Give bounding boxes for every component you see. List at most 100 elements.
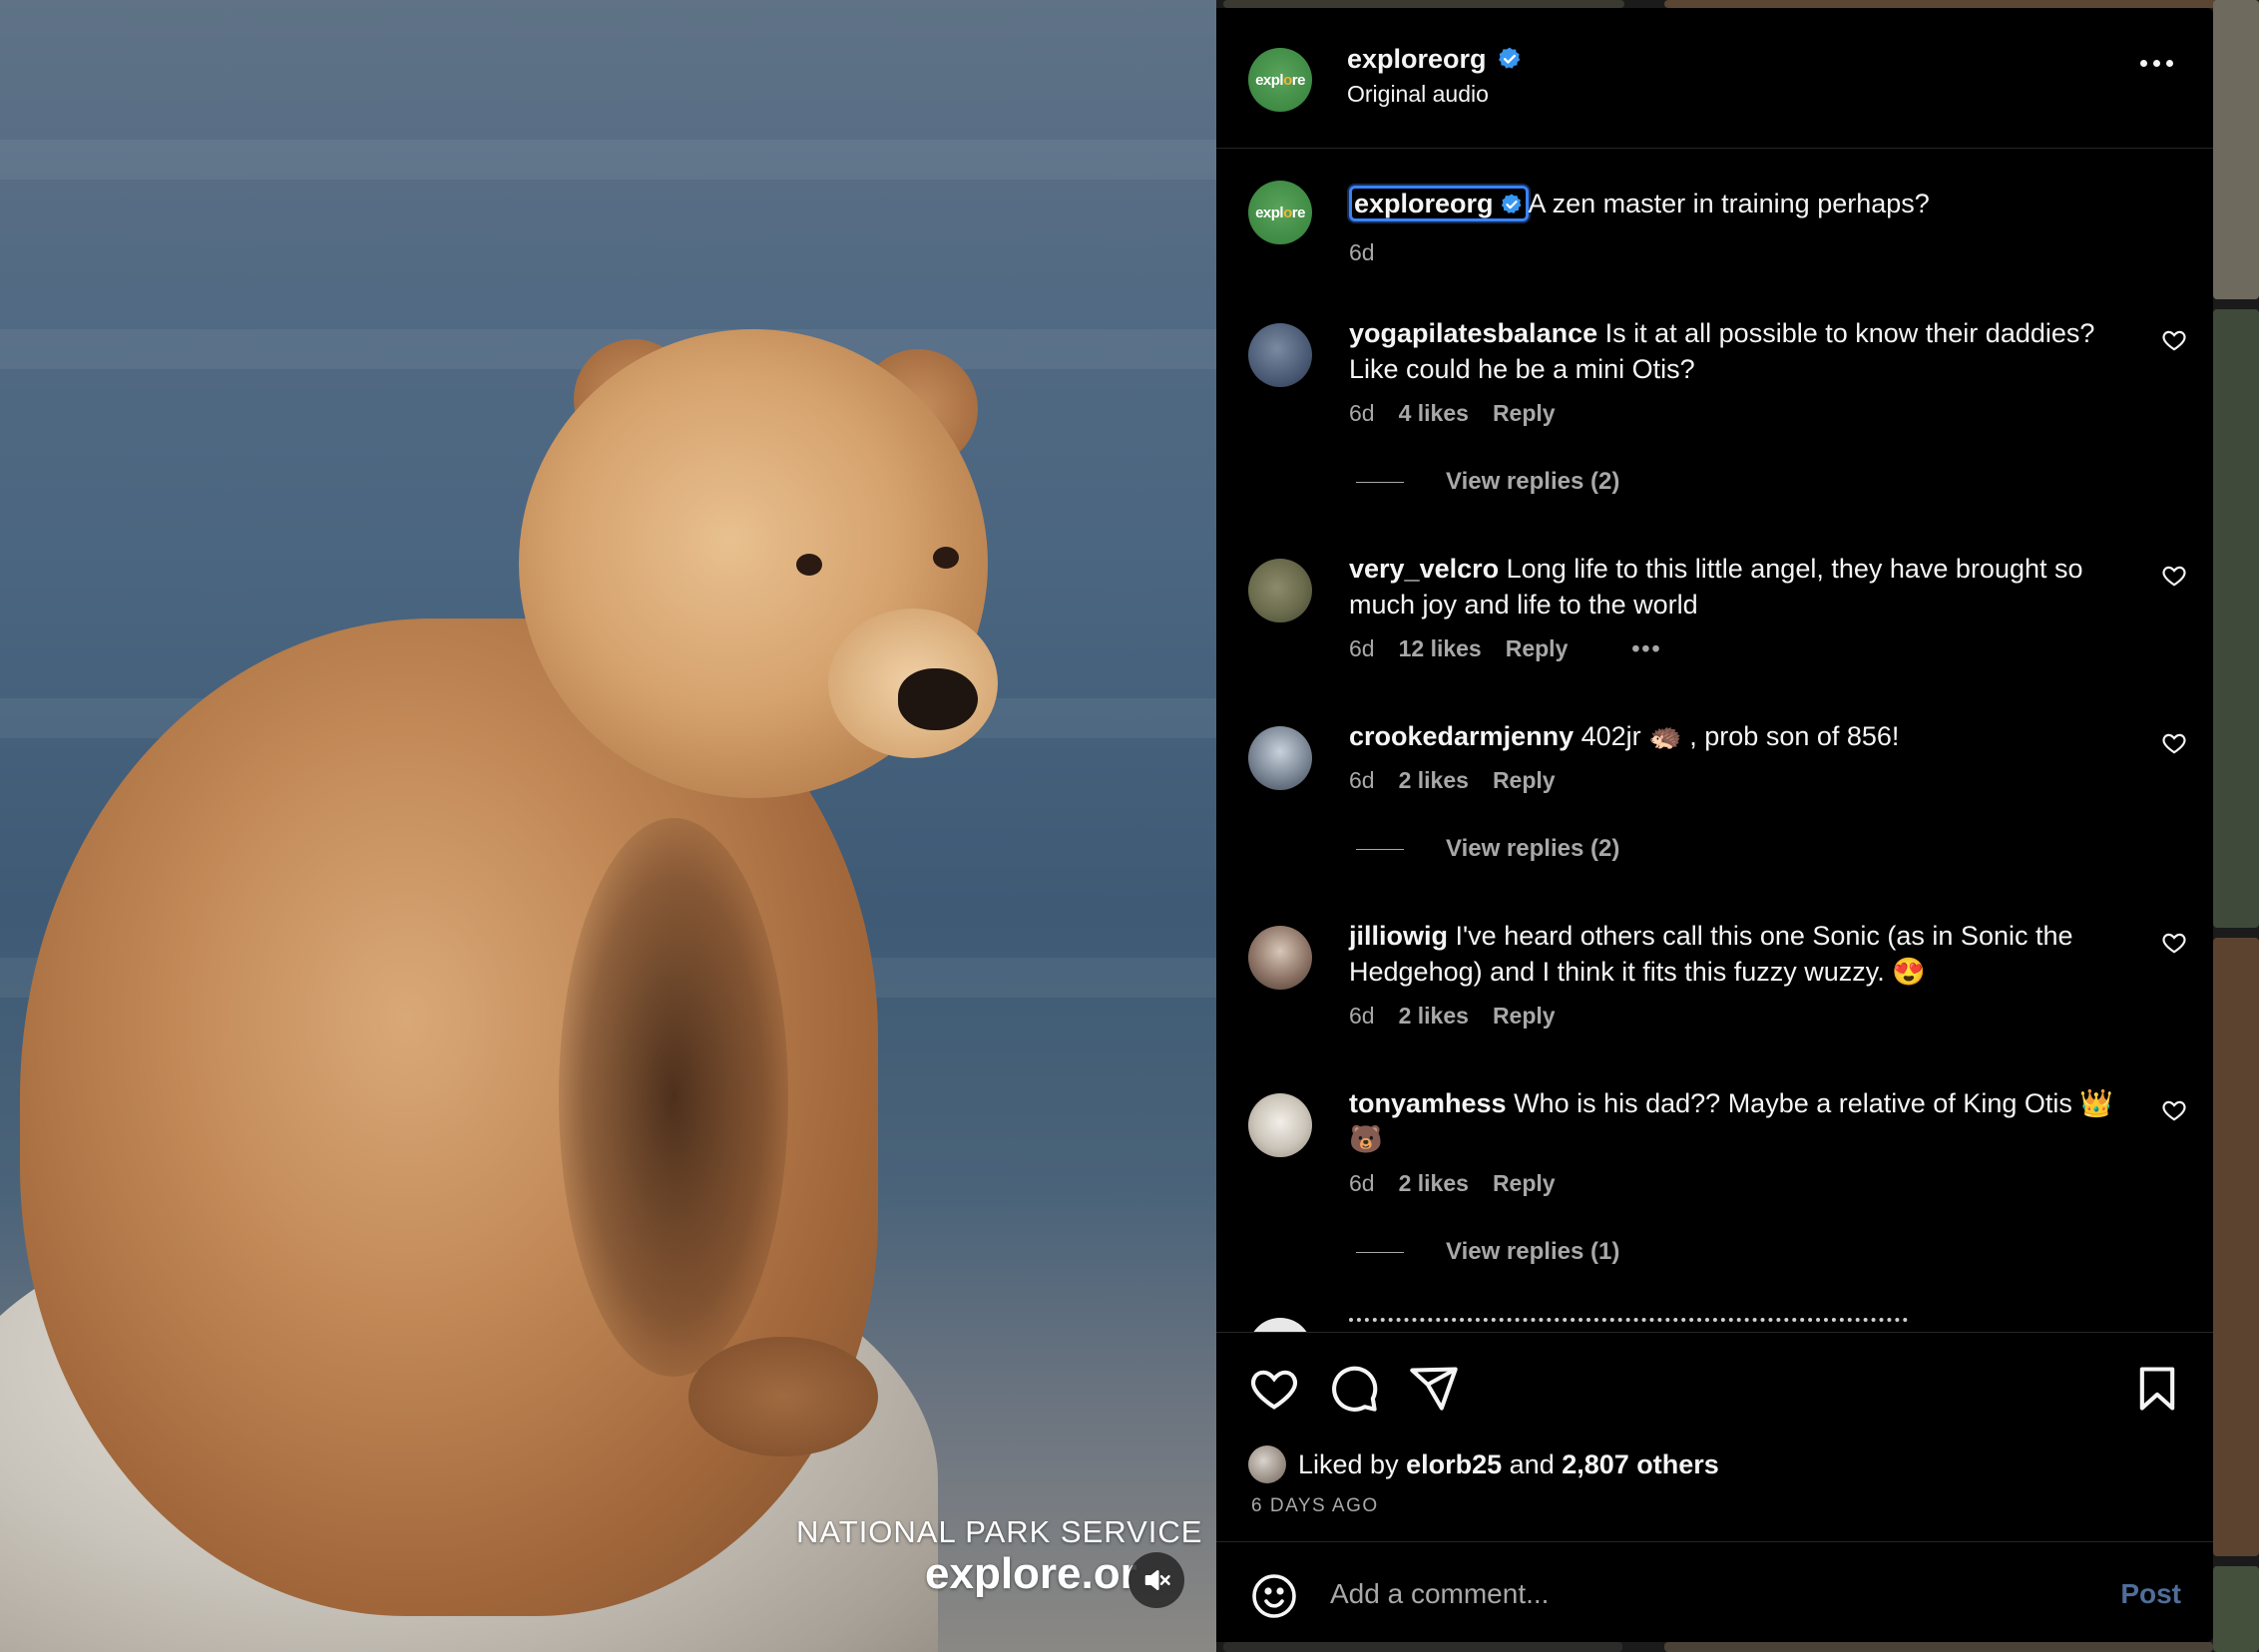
comment-bubble-icon[interactable]: [1328, 1363, 1380, 1415]
comment-reply-button[interactable]: Reply: [1506, 635, 1569, 661]
comment-username[interactable]: very_velcro: [1349, 554, 1499, 584]
bear-eye: [796, 554, 822, 576]
bear-chest-shadow: [559, 818, 788, 1377]
commenter-avatar[interactable]: [1248, 559, 1312, 622]
verified-badge-icon: [1501, 194, 1522, 213]
commenter-avatar[interactable]: [1248, 926, 1312, 990]
comment-like-icon[interactable]: [2161, 930, 2187, 956]
comment-time[interactable]: 6d: [1349, 767, 1375, 793]
comment-text-block: crookedarmjenny 402jr 🦔 , prob son of 85…: [1349, 718, 2127, 754]
comments-list[interactable]: expl o re exploreorg A zen master in traini…: [1216, 149, 2213, 1332]
comment-likes[interactable]: 4 likes: [1399, 400, 1469, 426]
comment-text: I've heard others call this one Sonic (a…: [1349, 921, 2073, 987]
comment-time[interactable]: 6d: [1349, 1003, 1375, 1029]
author-info: exploreorg Original audio: [1347, 44, 1523, 108]
comment-likes[interactable]: 2 likes: [1399, 1003, 1469, 1029]
comment-reply-button[interactable]: Reply: [1493, 1170, 1556, 1196]
comment-options-icon[interactable]: •••: [1631, 635, 1661, 661]
caption-text: A zen master in training perhaps?: [1528, 189, 1930, 218]
view-replies-label: View replies (2): [1446, 468, 1620, 495]
comment-username[interactable]: crookedarmjenny: [1349, 721, 1574, 751]
avatar-logo-text: expl: [1255, 204, 1284, 221]
comment-meta: 6d 12 likes Reply •••: [1349, 635, 1686, 662]
avatar-logo-text: re: [1291, 204, 1306, 221]
view-replies-button[interactable]: View replies (1): [1356, 1238, 1619, 1266]
post-date[interactable]: 6 DAYS AGO: [1251, 1495, 1379, 1517]
comment-username[interactable]: tonyamhess: [1349, 1088, 1507, 1118]
comment-likes[interactable]: 2 likes: [1399, 1170, 1469, 1196]
caption-time[interactable]: 6d: [1349, 239, 1375, 265]
comment-time[interactable]: 6d: [1349, 1170, 1375, 1196]
comment-text: 402jr 🦔 , prob son of 856!: [1581, 721, 1900, 751]
comment-reply-button[interactable]: Reply: [1493, 400, 1556, 426]
view-replies-button[interactable]: View replies (2): [1356, 835, 1619, 863]
avatar-logo-text: o: [1283, 204, 1292, 221]
likes-others-link[interactable]: 2,807 others: [1562, 1449, 1719, 1480]
divider: [1356, 849, 1404, 851]
comment-text-block: jilliowig I've heard others call this on…: [1349, 918, 2127, 990]
feed-tile[interactable]: [2213, 0, 2259, 299]
commenter-avatar[interactable]: [1248, 1093, 1312, 1157]
share-send-icon[interactable]: [1408, 1363, 1460, 1415]
comment-username[interactable]: yogapilatesbalance: [1349, 318, 1597, 348]
divider: [1356, 1252, 1404, 1254]
comment-username[interactable]: jilliowig: [1349, 921, 1448, 951]
comment-input[interactable]: Add a comment...: [1330, 1578, 1549, 1610]
comment-time[interactable]: 6d: [1349, 400, 1375, 426]
view-replies-label: View replies (1): [1446, 1238, 1620, 1265]
comment-time[interactable]: 6d: [1349, 635, 1375, 661]
comment-like-icon[interactable]: [2161, 1097, 2187, 1123]
watermark-nps: NATIONAL PARK SERVICE: [796, 1514, 1203, 1549]
post-detail-panel: expl o re exploreorg Original audio expl o r…: [1216, 8, 2213, 1642]
liker-avatar[interactable]: [1248, 1446, 1286, 1483]
comment-text-block: yogapilatesbalance Is it at all possible…: [1349, 315, 2127, 387]
divider: [1356, 482, 1404, 484]
comment-likes[interactable]: 12 likes: [1399, 635, 1482, 661]
verified-badge-icon: [1499, 47, 1521, 69]
author-username[interactable]: exploreorg: [1347, 44, 1487, 74]
comment-meta: 6d 4 likes Reply: [1349, 400, 1580, 427]
liked-by-label: Liked by: [1298, 1448, 1399, 1479]
feed-tile[interactable]: [2213, 309, 2259, 928]
commenter-avatar[interactable]: [1248, 1318, 1312, 1332]
feed-tile[interactable]: [1223, 0, 1624, 8]
comment-like-icon[interactable]: [2161, 730, 2187, 756]
emoji-picker-icon[interactable]: [1250, 1572, 1298, 1620]
avatar-logo-text: re: [1291, 71, 1306, 89]
mute-toggle-button[interactable]: [1129, 1552, 1184, 1608]
feed-tile[interactable]: [1664, 1642, 2213, 1652]
caption-avatar[interactable]: expl o re: [1248, 181, 1312, 244]
view-replies-button[interactable]: View replies (2): [1356, 468, 1619, 496]
comment-like-icon[interactable]: [2161, 327, 2187, 353]
comment-likes[interactable]: 2 likes: [1399, 767, 1469, 793]
bookmark-save-icon[interactable]: [2131, 1363, 2183, 1415]
more-options-icon[interactable]: [2140, 60, 2173, 67]
likes-summary: Liked by elorb25 and 2,807 others: [1248, 1446, 1719, 1483]
like-heart-icon[interactable]: [1248, 1363, 1300, 1415]
liker-username[interactable]: elorb25: [1406, 1449, 1502, 1480]
comment-reply-button[interactable]: Reply: [1493, 1003, 1556, 1029]
comment-meta: 6d 2 likes Reply: [1349, 1003, 1580, 1030]
watermark-explore: explore.or: [925, 1549, 1137, 1598]
caption-username-link[interactable]: exploreorg: [1349, 186, 1529, 221]
comment-reply-button[interactable]: Reply: [1493, 767, 1556, 793]
post-video[interactable]: NATIONAL PARK SERVICE explore.or: [0, 0, 1216, 1652]
post-comment-button[interactable]: Post: [2120, 1578, 2181, 1610]
caption-username: exploreorg: [1354, 189, 1494, 218]
bear-paw: [688, 1337, 878, 1456]
comment-like-icon[interactable]: [2161, 563, 2187, 589]
feed-tile[interactable]: [1664, 0, 2223, 8]
bear-nose: [898, 668, 978, 730]
author-avatar[interactable]: expl o re: [1248, 48, 1312, 112]
feed-tile[interactable]: [1223, 1642, 1622, 1652]
audio-label[interactable]: Original audio: [1347, 81, 1523, 108]
avatar-logo-text: o: [1283, 71, 1292, 89]
feed-tile[interactable]: [2213, 938, 2259, 1556]
feed-tile[interactable]: [2213, 1566, 2259, 1652]
view-replies-label: View replies (2): [1446, 835, 1620, 862]
bear-eye: [933, 547, 959, 569]
commenter-avatar[interactable]: [1248, 726, 1312, 790]
add-comment-bar: Add a comment... Post: [1216, 1541, 2213, 1643]
caption-meta: 6d: [1349, 239, 1399, 266]
commenter-avatar[interactable]: [1248, 323, 1312, 387]
